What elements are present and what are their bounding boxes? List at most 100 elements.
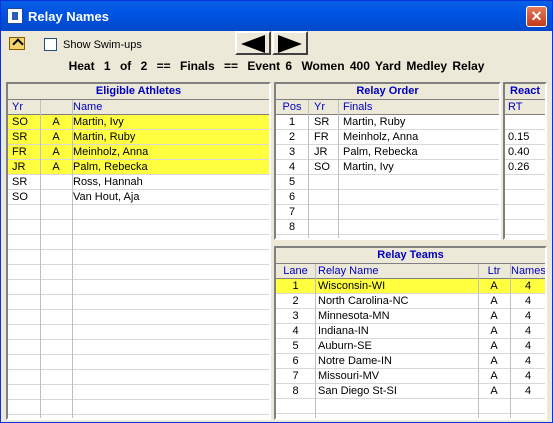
order-name: Martin, Ruby [343,116,406,128]
react-row[interactable]: 0.40 [505,145,545,160]
react-row[interactable]: 0.26 [505,160,545,175]
team-row[interactable]: 5 Auburn-SE A 4 [276,339,545,354]
react-row[interactable]: 0.15 [505,130,545,145]
team-row[interactable]: 8 San Diego St-SI A 4 [276,384,545,399]
team-name: North Carolina-NC [318,295,409,307]
empty-row [8,205,269,220]
close-button[interactable]: ✕ [526,6,547,27]
team-ltr: A [490,325,498,337]
react-row[interactable] [505,220,545,235]
col-yr-header[interactable]: Yr [12,100,40,115]
order-header: Pos Yr Finals [276,100,499,115]
show-swimups-label: Show Swim-ups [63,38,142,51]
heat-number: 1 [103,59,111,73]
next-heat-button[interactable] [272,31,308,55]
checkbox-box[interactable] [44,38,57,51]
team-name: San Diego St-SI [318,385,397,397]
previous-heat-button[interactable] [235,31,271,55]
team-ltr: A [490,310,498,322]
arrow-right-icon [278,35,302,53]
order-pos: 3 [288,146,296,158]
order-row[interactable]: 1 SR Martin, Ruby [276,115,499,130]
team-row[interactable]: 3 Minnesota-MN A 4 [276,309,545,324]
empty-row [8,400,269,415]
empty-row [8,310,269,325]
heat-word: Heat [68,59,95,73]
react-row[interactable] [505,190,545,205]
team-names-count: 4 [524,370,532,382]
team-row[interactable]: 2 North Carolina-NC A 4 [276,294,545,309]
event-number: Event 6 [247,59,293,73]
order-row[interactable]: 8 [276,220,499,235]
react-row[interactable] [505,115,545,130]
teams-header: Lane Relay Name Ltr Names [276,264,545,279]
order-row[interactable]: 4 SO Martin, Ivy [276,160,499,175]
team-row[interactable]: 4 Indiana-IN A 4 [276,324,545,339]
team-row[interactable]: 6 Notre Dame-IN A 4 [276,354,545,369]
athlete-yr: JR [12,161,26,173]
relay-order-title: Relay Order [276,84,499,100]
team-ltr: A [490,295,498,307]
athlete-row[interactable]: SR A Martin, Ruby [8,130,269,145]
folder-up-icon[interactable] [9,37,25,50]
order-pos: 7 [288,206,296,218]
order-row[interactable]: 5 [276,175,499,190]
empty-row [8,295,269,310]
react-row[interactable] [505,205,545,220]
order-name [343,205,498,220]
team-lane: 7 [292,370,299,382]
empty-row [8,340,269,355]
order-pos: 8 [288,221,296,233]
team-name: Missouri-MV [318,370,380,382]
team-lane: 1 [292,280,299,292]
heat-total: 2 [140,59,148,73]
col-ltr-header[interactable] [48,100,74,115]
order-name [343,220,498,235]
react-time: 0.40 [508,146,530,158]
order-row[interactable]: 7 [276,205,499,220]
heat-info: Heat 1 of 2 == Finals == Event 6 Women 4… [1,59,552,73]
order-row[interactable]: 3 JR Palm, Rebecka [276,145,499,160]
team-lane: 2 [292,295,299,307]
col-rt-header[interactable]: RT [508,100,545,115]
athlete-ltr [41,190,71,205]
col-name-header[interactable]: Name [73,100,263,115]
athlete-row[interactable]: SO Van Hout, Aja [8,190,269,205]
arrow-left-icon [241,35,265,53]
eligible-athletes-panel: Eligible Athletes Yr Name SO A Martin, Ivy… [6,82,271,420]
title-bar[interactable]: Relay Names ✕ [1,1,552,31]
empty-row [8,265,269,280]
order-row[interactable]: 6 [276,190,499,205]
empty-row [8,355,269,370]
react-time: 0.26 [508,161,530,173]
athlete-row[interactable]: SR Ross, Hannah [8,175,269,190]
order-row[interactable]: 2 FR Meinholz, Anna [276,130,499,145]
col-relay-name-header[interactable]: Relay Name [318,264,478,279]
team-ltr: A [490,370,498,382]
react-time [508,205,545,220]
show-swimups-checkbox[interactable]: Show Swim-ups [44,38,142,51]
team-row[interactable]: 1 Wisconsin-WI A 4 [276,279,545,294]
order-pos: 5 [288,176,296,188]
react-row[interactable] [505,175,545,190]
col-ltr-header[interactable]: Ltr [479,264,509,279]
team-names-count: 4 [524,385,532,397]
athlete-name: Meinholz, Anna [73,146,149,158]
empty-row [276,414,545,418]
col-pos-header[interactable]: Pos [276,100,308,115]
col-finals-header[interactable]: Finals [343,100,498,115]
athlete-row[interactable]: FR A Meinholz, Anna [8,145,269,160]
relay-teams-title: Relay Teams [276,248,545,264]
team-row[interactable]: 7 Missouri-MV A 4 [276,369,545,384]
col-lane-header[interactable]: Lane [276,264,315,279]
order-name: Meinholz, Anna [343,131,419,143]
empty-row [8,385,269,400]
athlete-row[interactable]: SO A Martin, Ivy [8,115,269,130]
athlete-ltr [41,175,71,190]
athlete-row[interactable]: JR A Palm, Rebecka [8,160,269,175]
react-time [508,115,545,130]
col-names-header[interactable]: Names [511,264,545,279]
athlete-name: Ross, Hannah [73,176,143,188]
react-time: 0.15 [508,131,530,143]
athlete-yr: FR [12,146,27,158]
